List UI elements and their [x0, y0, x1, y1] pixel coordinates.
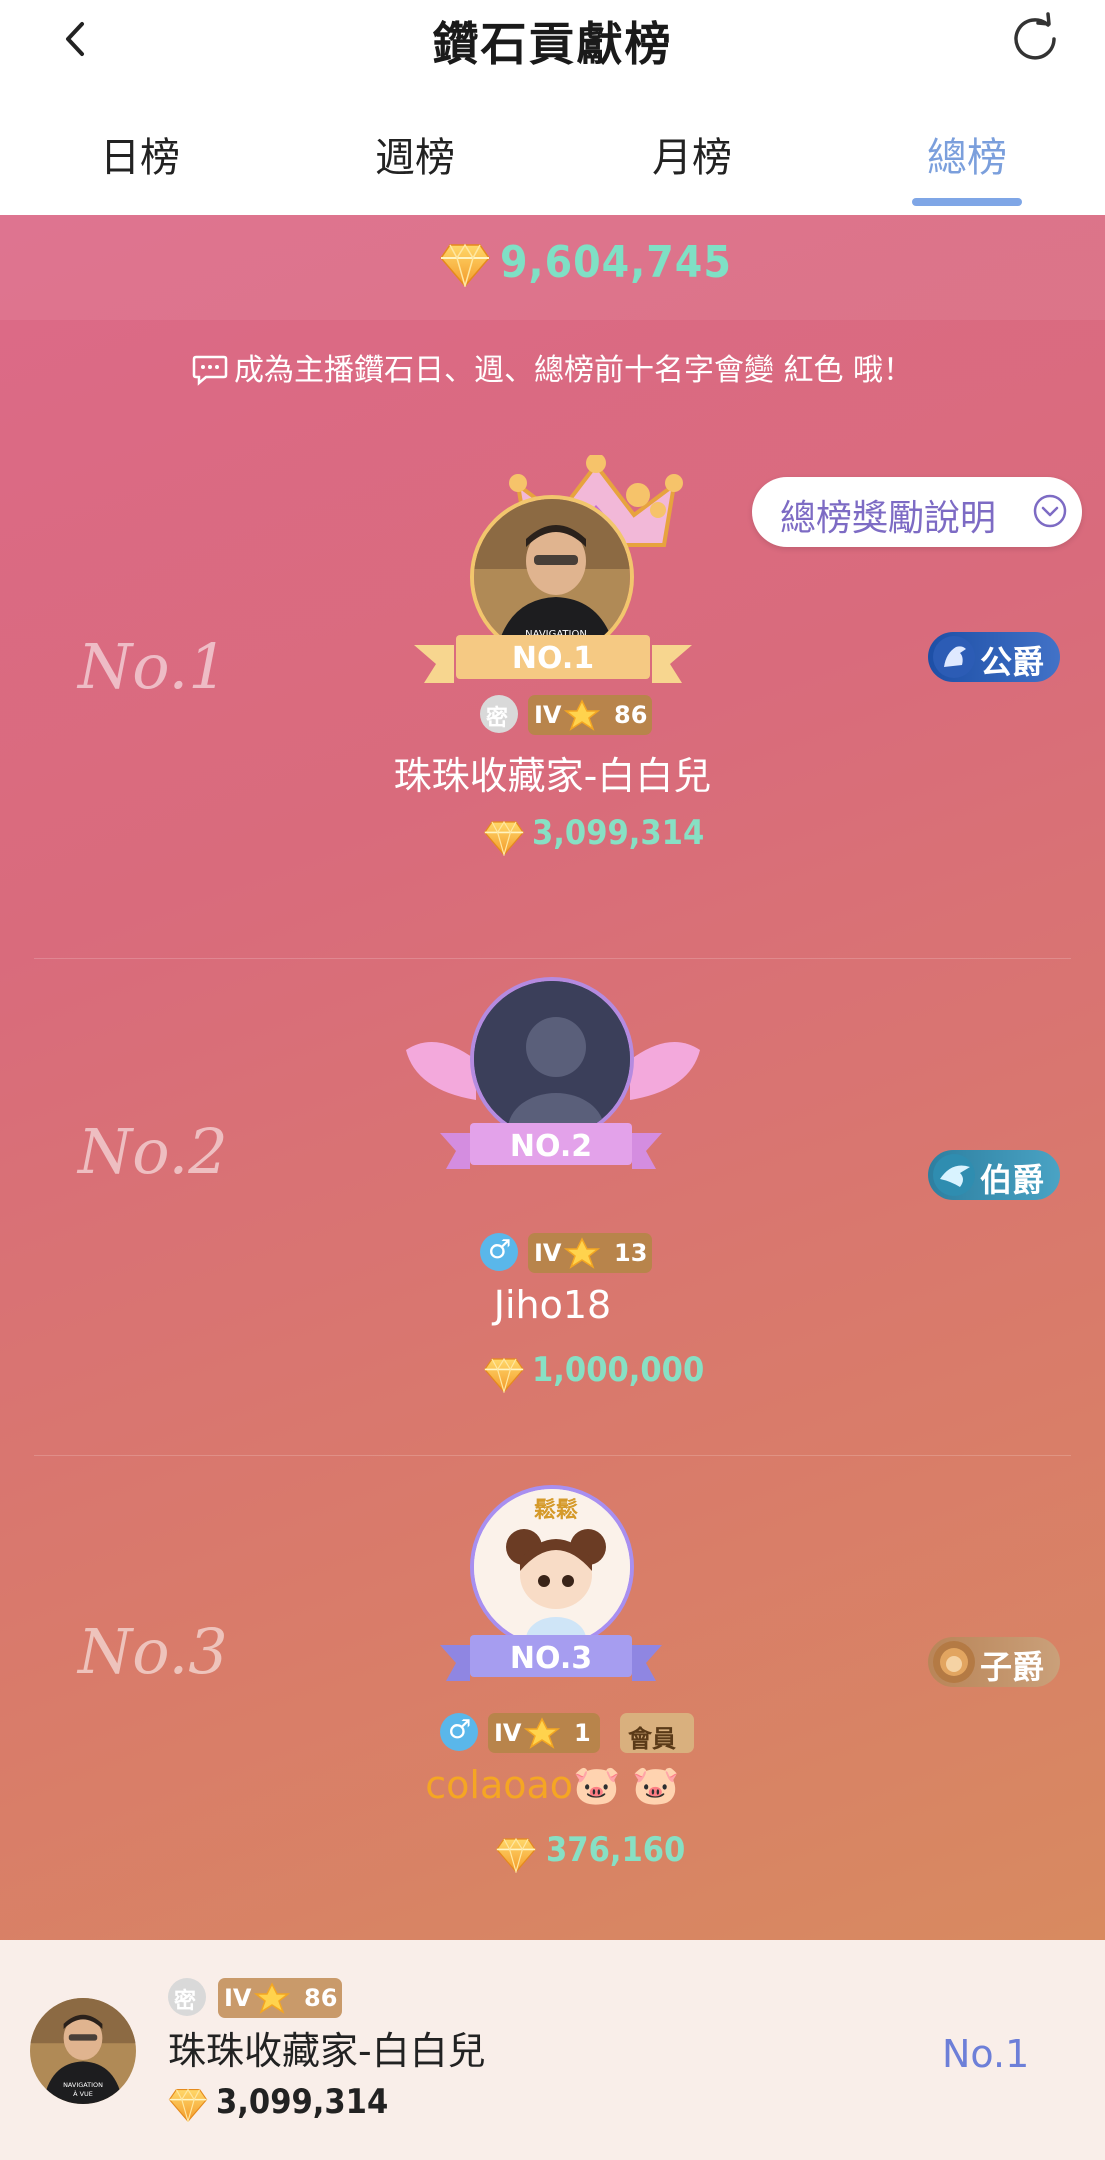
level-badges: ♂ IV 1 會員: [440, 1713, 700, 1753]
svg-text:À VUE: À VUE: [73, 2089, 93, 2098]
avatar-image: NAVIGATION À VUE: [30, 1998, 136, 2104]
my-rank: No.1: [942, 2032, 1030, 2076]
divider: [34, 1455, 1071, 1456]
total-diamonds: 9,604,745: [500, 237, 732, 288]
my-avatar[interactable]: NAVIGATION À VUE: [30, 1998, 136, 2104]
page-title: 鑽石貢獻榜: [432, 17, 673, 71]
crown-star-icon: [253, 1982, 291, 2014]
rank-mark: No.3: [78, 1615, 228, 1688]
nobility-badge: 公爵: [928, 632, 1060, 682]
tab-monthly[interactable]: 月榜: [592, 125, 792, 183]
nobility-badge: 伯爵: [928, 1150, 1060, 1200]
diamond-amount: 1,000,000: [532, 1350, 705, 1390]
member-badge: 會員: [620, 1713, 694, 1753]
level-badges: 密 IV 86: [168, 1978, 348, 2018]
svg-text:NAVIGATION: NAVIGATION: [63, 2081, 103, 2089]
level-badges: ♂ IV 13: [480, 1233, 660, 1273]
diamond-icon: [168, 2088, 208, 2122]
my-name: 珠珠收藏家-白白兒: [168, 2029, 486, 2073]
crown-star-icon: [523, 1717, 561, 1749]
total-bar: 9,604,745: [0, 215, 1105, 320]
diamond-icon: [440, 243, 490, 287]
lion-icon: [933, 1641, 975, 1683]
tab-weekly[interactable]: 週榜: [315, 125, 515, 183]
level-chip: IV 86: [528, 695, 652, 735]
diamond-icon: [484, 1357, 524, 1393]
diamond-amount: 3,099,314: [532, 813, 705, 853]
ranking-panel: 9,604,745 成為主播鑽石日、週、總榜前十名字會變 紅色 哦！ 總榜獎勵說…: [0, 215, 1105, 1940]
ribbon-label: NO.3: [509, 1641, 593, 1676]
refresh-icon[interactable]: [1008, 12, 1062, 66]
tab-total[interactable]: 總榜: [867, 125, 1067, 183]
avatar-image: 鬆鬆: [474, 1489, 630, 1645]
secret-badge: 密: [480, 695, 518, 733]
level-badges: 密 IV 86: [480, 695, 660, 735]
my-diamond-amount: 3,099,314: [216, 2082, 389, 2122]
nobility-title: 公爵: [980, 643, 1045, 681]
user-name: colaoao🐷 🐷: [425, 1763, 680, 1807]
default-avatar-icon: [474, 981, 630, 1137]
nobility-title: 子爵: [980, 1648, 1045, 1686]
active-tab-indicator: [912, 198, 1022, 206]
header: 鑽石貢獻榜: [0, 0, 1105, 95]
eagle-icon: [933, 1154, 975, 1196]
rank-ribbon: NO.1: [414, 633, 692, 687]
notice-label: 成為主播鑽石日、週、總榜前十名字會變 紅色 哦！: [233, 353, 914, 388]
avatar[interactable]: 鬆鬆: [470, 1485, 634, 1649]
user-name: Jiho18: [493, 1283, 612, 1327]
level-chip: IV 1: [488, 1713, 600, 1753]
ribbon-label: NO.2: [509, 1129, 593, 1164]
level-chip: IV 86: [218, 1978, 342, 2018]
rank-ribbon: NO.2: [440, 1123, 662, 1177]
crown-star-icon: [563, 1237, 601, 1269]
rank-ribbon: NO.3: [440, 1635, 662, 1689]
gender-male-badge: ♂: [440, 1713, 478, 1751]
secret-badge: 密: [168, 1978, 206, 2016]
gender-male-badge: ♂: [480, 1233, 518, 1271]
rank-mark: No.2: [78, 1115, 228, 1188]
nobility-title: 伯爵: [980, 1161, 1045, 1199]
rank-item[interactable]: No.3 鬆鬆 NO.3 子爵 ♂ IV 1 會員 colaoao🐷 🐷 376…: [0, 1465, 1105, 1940]
period-tabs: 日榜 週榜 月榜 總榜: [0, 95, 1105, 215]
rank-item[interactable]: No.2 NO.2 伯爵 ♂ IV 13 Jiho18 1,000,000: [0, 975, 1105, 1473]
tab-daily[interactable]: 日榜: [40, 125, 240, 183]
avatar[interactable]: [470, 977, 634, 1141]
pegasus-icon: [933, 636, 975, 678]
crown-star-icon: [563, 699, 601, 731]
svg-text:鬆鬆: 鬆鬆: [534, 1497, 578, 1523]
nobility-badge: 子爵: [928, 1637, 1060, 1687]
ribbon-label: NO.1: [511, 641, 595, 676]
diamond-icon: [496, 1837, 536, 1873]
level-chip: IV 13: [528, 1233, 652, 1273]
message-bubble-icon: [192, 355, 228, 386]
notice-text: 成為主播鑽石日、週、總榜前十名字會變 紅色 哦！: [0, 345, 1105, 389]
diamond-amount: 376,160: [546, 1830, 686, 1870]
diamond-icon: [484, 820, 524, 856]
divider: [34, 958, 1071, 959]
rank-item[interactable]: No.1 NAVIGATION À VUE NO.1: [0, 455, 1105, 953]
my-rank-bar[interactable]: NAVIGATION À VUE 密 IV 86 珠珠收藏家-白白兒 3,099…: [0, 1940, 1105, 2160]
user-name: 珠珠收藏家-白白兒: [393, 754, 712, 798]
rank-mark: No.1: [78, 630, 228, 703]
